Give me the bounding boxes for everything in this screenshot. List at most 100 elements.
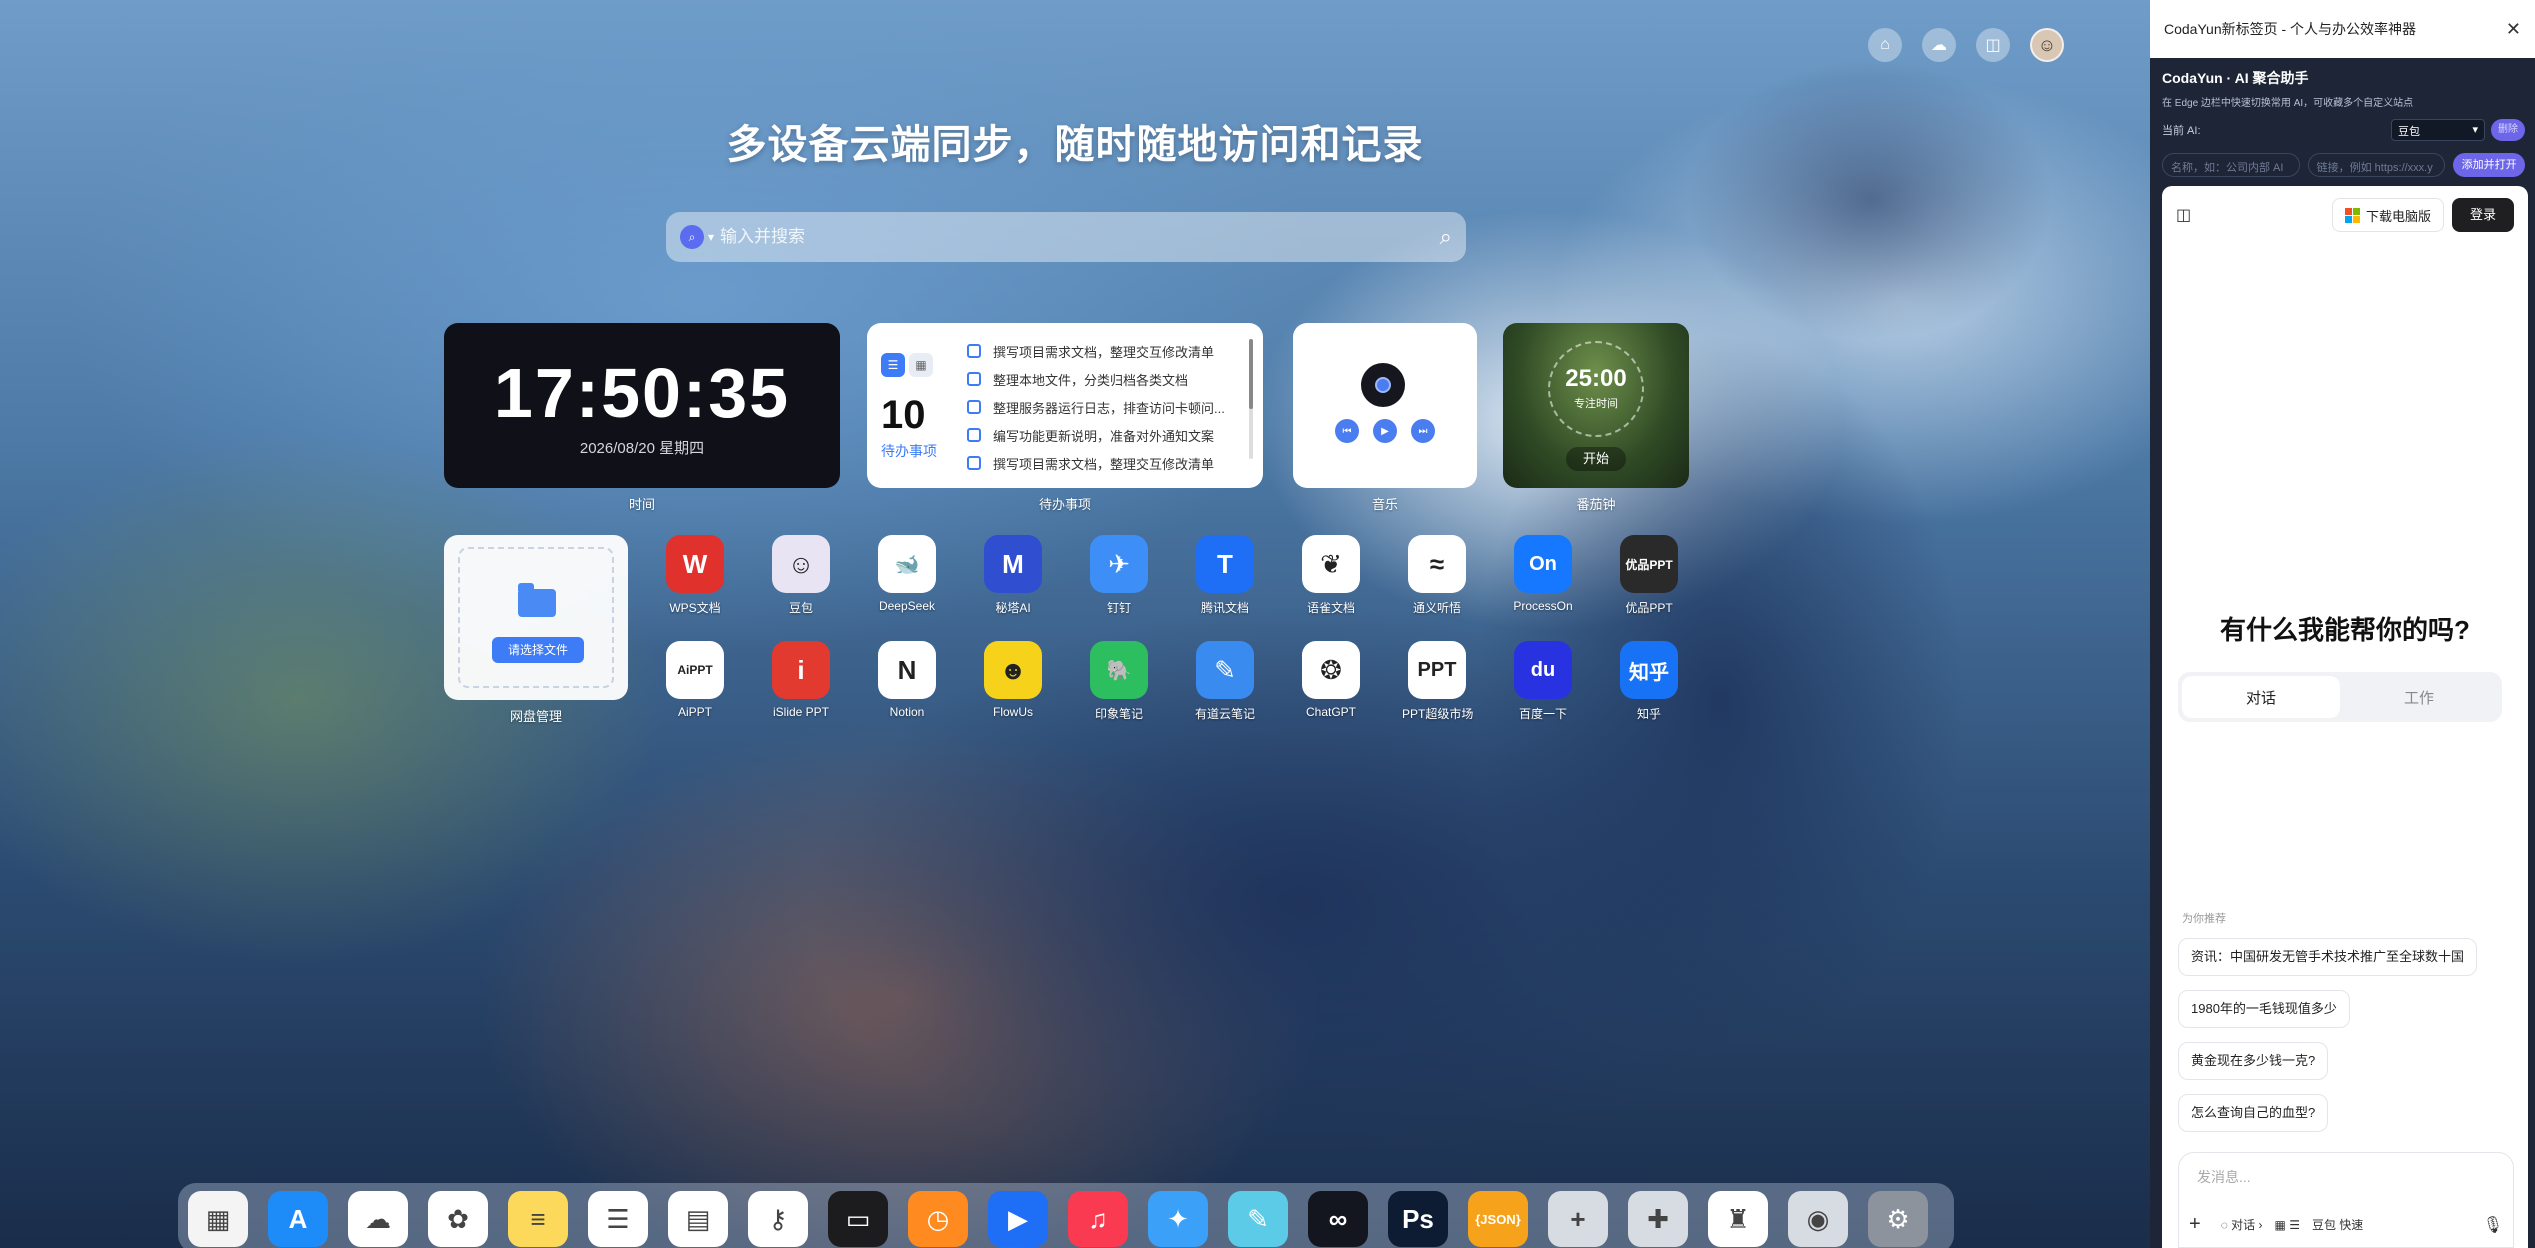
app-shortcut[interactable]: On ProcessOn [1508, 535, 1578, 613]
previous-icon[interactable]: ⏮ [1335, 419, 1359, 443]
chevron-down-icon[interactable]: ▾ [708, 230, 714, 244]
search-icon[interactable]: ⌕ [1440, 224, 1452, 250]
choose-file-button[interactable]: 请选择文件 [492, 637, 584, 663]
music-widget[interactable]: ⏮ ▶ ⏭ [1293, 323, 1477, 488]
pomodoro-widget[interactable]: 25:00 专注时间 开始 [1503, 323, 1689, 488]
next-icon[interactable]: ⏭ [1411, 419, 1435, 443]
app-shortcut[interactable]: 🐋 DeepSeek [872, 535, 942, 613]
passwords-icon[interactable]: ⚷ [748, 1191, 808, 1247]
add-icon[interactable]: + [2189, 1213, 2201, 1236]
sidebar-icon[interactable]: ◫ [2176, 205, 2191, 225]
todo-scrollbar[interactable] [1249, 339, 1253, 459]
app-shortcut[interactable]: ✈ 钉钉 [1084, 535, 1154, 616]
download-button[interactable]: 下载电脑版 [2331, 198, 2444, 232]
delete-button[interactable]: 删除 [2491, 119, 2525, 141]
checkbox[interactable] [967, 372, 981, 386]
checkbox[interactable] [967, 428, 981, 442]
app-shortcut[interactable]: ✎ 有道云笔记 [1190, 641, 1260, 722]
message-box[interactable]: 发消息... + ◌ 对话 › ▦ ☰ 豆包 快速 🎙 [2178, 1152, 2514, 1248]
system-settings-icon[interactable]: ⚙ [1868, 1191, 1928, 1247]
grid-tool-icon[interactable]: ▦ ☰ [2275, 1218, 2300, 1232]
reminders-icon[interactable]: ☰ [588, 1191, 648, 1247]
message-input[interactable]: 发消息... [2197, 1167, 2251, 1187]
photos-icon[interactable]: ✿ [428, 1191, 488, 1247]
app-shortcut[interactable]: i iSlide PPT [766, 641, 836, 719]
add-icon[interactable]: + [1548, 1191, 1608, 1247]
calendar-icon[interactable]: ▤ [668, 1191, 728, 1247]
app-label: 通义听悟 [1412, 601, 1461, 615]
puzzle-icon[interactable]: ✚ [1628, 1191, 1688, 1247]
icloud-icon[interactable]: ☁ [348, 1191, 408, 1247]
suggestion-chip[interactable]: 怎么查询自己的血型? [2178, 1094, 2329, 1132]
home-icon[interactable]: ⌂ [1868, 28, 1902, 62]
current-ai-select[interactable]: 豆包 ▾ [2391, 119, 2485, 141]
sidebar-toggle-icon[interactable]: ◫ [1976, 28, 2010, 62]
checkbox[interactable] [967, 400, 981, 414]
todo-item[interactable]: 整理服务器运行日志，排查访问卡顿问... [967, 393, 1247, 421]
wallet-icon[interactable]: ▭ [828, 1191, 888, 1247]
app-shortcut[interactable]: 知乎 知乎 [1614, 641, 1684, 722]
list-view-icon[interactable]: ☰ [881, 353, 905, 377]
pomodoro-start-button[interactable]: 开始 [1566, 447, 1626, 471]
app-label: AiPPT [677, 705, 712, 719]
search-bar[interactable]: ⌕ ▾ ⌕ [666, 212, 1466, 262]
play-icon[interactable]: ▶ [1373, 419, 1397, 443]
play-icon[interactable]: ▶ [988, 1191, 1048, 1247]
pencil-icon[interactable]: ✎ [1228, 1191, 1288, 1247]
music-icon[interactable]: ♫ [1068, 1191, 1128, 1247]
app-shortcut[interactable]: W WPS文档 [660, 535, 730, 616]
mode-tabs: 对话 工作 [2178, 672, 2502, 722]
app-store-icon[interactable]: A [268, 1191, 328, 1247]
app-shortcut[interactable]: 🐘 印象笔记 [1084, 641, 1154, 722]
clock-icon[interactable]: ◷ [908, 1191, 968, 1247]
checkbox[interactable] [967, 344, 981, 358]
search-input[interactable] [720, 227, 1440, 247]
add-open-button[interactable]: 添加并打开 [2453, 153, 2525, 177]
photoshop-icon[interactable]: Ps [1388, 1191, 1448, 1247]
url-input[interactable]: 链接，例如 https://xxx.y [2307, 153, 2446, 177]
checkbox[interactable] [967, 456, 981, 470]
microphone-icon[interactable]: 🎙 [2483, 1215, 2503, 1235]
todo-widget[interactable]: ☰ ▦ 10 待办事项 撰写项目需求文档，整理交互修改清单 整理本地文件，分类归… [867, 323, 1263, 488]
brush-icon[interactable]: ♜ [1708, 1191, 1768, 1247]
app-shortcut[interactable]: ☻ FlowUs [978, 641, 1048, 719]
cloud-icon[interactable]: ☁ [1922, 28, 1956, 62]
app-shortcut[interactable]: M 秘塔AI [978, 535, 1048, 616]
app-shortcut[interactable]: N Notion [872, 641, 942, 719]
chat-tool[interactable]: ◌ 对话 › [2221, 1216, 2263, 1233]
suggestion-chip[interactable]: 资讯：中国研发无管手术技术推广至全球数十国 [2178, 938, 2478, 976]
login-button[interactable]: 登录 [2451, 198, 2514, 232]
app-shortcut[interactable]: T 腾讯文档 [1190, 535, 1260, 616]
search-engine-icon[interactable]: ⌕ [680, 225, 704, 249]
app-shortcut[interactable]: du 百度一下 [1508, 641, 1578, 722]
app-shortcut[interactable]: PPT PPT超级市场 [1402, 641, 1473, 722]
tab-chat[interactable]: 对话 [2182, 676, 2340, 718]
tab-work[interactable]: 工作 [2340, 676, 2498, 718]
grid-view-icon[interactable]: ▦ [909, 353, 933, 377]
name-input[interactable]: 名称，如：公司内部 AI [2162, 153, 2300, 177]
drop-zone[interactable]: 请选择文件 [458, 547, 614, 688]
safari-icon[interactable]: ✦ [1148, 1191, 1208, 1247]
app-shortcut[interactable]: ❂ ChatGPT [1296, 641, 1366, 719]
settings-dial-icon[interactable]: ◉ [1788, 1191, 1848, 1247]
model-tool[interactable]: 豆包 快速 [2312, 1216, 2363, 1233]
todo-item[interactable]: 撰写项目需求文档，整理交互修改清单 [967, 337, 1247, 365]
todo-item[interactable]: 整理本地文件，分类归档各类文档 [967, 365, 1247, 393]
json-icon[interactable]: {JSON} [1468, 1191, 1528, 1247]
suggestion-chip[interactable]: 黄金现在多少钱一克? [2178, 1042, 2329, 1080]
app-shortcut[interactable]: ≈ 通义听悟 [1402, 535, 1472, 616]
clock-widget[interactable]: 17:50:35 2026/08/20 星期四 [444, 323, 840, 488]
todo-item[interactable]: 撰写项目需求文档，整理交互修改清单 [967, 449, 1247, 477]
launchpad-icon[interactable]: ▦ [188, 1191, 248, 1247]
notes-icon[interactable]: ≡ [508, 1191, 568, 1247]
avatar[interactable]: ☺ [2030, 28, 2064, 62]
app-shortcut[interactable]: AiPPT AiPPT [660, 641, 730, 719]
app-shortcut[interactable]: ☺ 豆包 [766, 535, 836, 616]
suggestion-chip[interactable]: 1980年的一毛钱现值多少 [2178, 990, 2350, 1028]
infinity-icon[interactable]: ∞ [1308, 1191, 1368, 1247]
close-icon[interactable]: ✕ [2506, 19, 2521, 40]
todo-item[interactable]: 编写功能更新说明，准备对外通知文案 [967, 421, 1247, 449]
disk-widget[interactable]: 请选择文件 [444, 535, 628, 700]
app-shortcut[interactable]: ❦ 语雀文档 [1296, 535, 1366, 616]
app-shortcut[interactable]: 优品PPT 优品PPT [1614, 535, 1684, 616]
